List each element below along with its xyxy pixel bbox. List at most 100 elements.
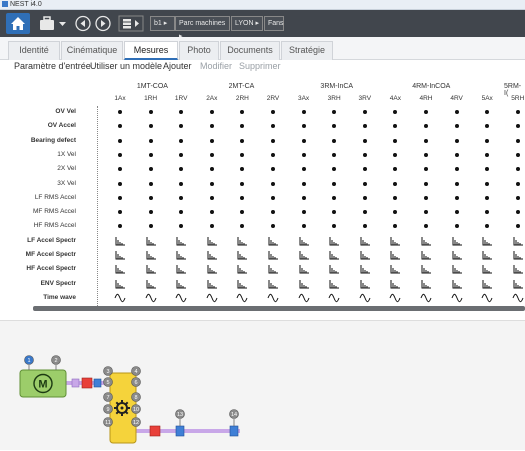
measurement-point-badge[interactable]: 14 xyxy=(229,409,239,419)
spectrum-icon[interactable] xyxy=(267,235,279,247)
column-header[interactable]: 1Ax xyxy=(110,95,130,102)
measurement-dot[interactable] xyxy=(175,178,187,190)
spectrum-icon[interactable] xyxy=(145,263,157,275)
measurement-dot[interactable] xyxy=(512,163,524,175)
measurement-dot[interactable] xyxy=(420,120,432,132)
column-header[interactable]: 2RV xyxy=(263,95,283,102)
measurement-dot[interactable] xyxy=(481,220,493,232)
measurement-dot[interactable] xyxy=(236,120,248,132)
measurement-dot[interactable] xyxy=(206,106,218,118)
measurement-dot[interactable] xyxy=(145,135,157,147)
use-template-action[interactable]: Utiliser un modèle xyxy=(90,61,162,71)
measurement-point-badge[interactable]: 12 xyxy=(131,417,141,427)
column-header[interactable]: 4RH xyxy=(416,95,436,102)
measurement-dot[interactable] xyxy=(328,192,340,204)
chevron-down-icon[interactable] xyxy=(58,13,67,34)
spectrum-icon[interactable] xyxy=(481,235,493,247)
spectrum-icon[interactable] xyxy=(512,263,524,275)
spectrum-icon[interactable] xyxy=(359,278,371,290)
column-header[interactable]: 3Ax xyxy=(294,95,314,102)
row-label[interactable]: OV Vel xyxy=(0,108,76,115)
measurement-dot[interactable] xyxy=(267,163,279,175)
measurement-dot[interactable] xyxy=(236,178,248,190)
waveform-icon[interactable] xyxy=(175,292,187,304)
measurement-dot[interactable] xyxy=(359,163,371,175)
measurement-dot[interactable] xyxy=(145,120,157,132)
spectrum-icon[interactable] xyxy=(328,249,340,261)
spectrum-icon[interactable] xyxy=(236,235,248,247)
measurement-dot[interactable] xyxy=(451,220,463,232)
measurement-point-badge[interactable]: 6 xyxy=(131,377,141,387)
spectrum-icon[interactable] xyxy=(420,278,432,290)
measurement-dot[interactable] xyxy=(145,163,157,175)
spectrum-icon[interactable] xyxy=(236,263,248,275)
measurement-dot[interactable] xyxy=(114,178,126,190)
spectrum-icon[interactable] xyxy=(206,278,218,290)
spectrum-icon[interactable] xyxy=(114,263,126,275)
measurement-dot[interactable] xyxy=(236,149,248,161)
measurement-dot[interactable] xyxy=(328,120,340,132)
measurement-dot[interactable] xyxy=(114,135,126,147)
measurement-dot[interactable] xyxy=(359,178,371,190)
measurement-dot[interactable] xyxy=(512,192,524,204)
spectrum-icon[interactable] xyxy=(328,263,340,275)
spectrum-icon[interactable] xyxy=(512,278,524,290)
measurement-dot[interactable] xyxy=(420,192,432,204)
spectrum-icon[interactable] xyxy=(451,278,463,290)
spectrum-icon[interactable] xyxy=(420,263,432,275)
measurement-dot[interactable] xyxy=(328,206,340,218)
spectrum-icon[interactable] xyxy=(206,249,218,261)
measurement-dot[interactable] xyxy=(389,106,401,118)
row-label[interactable]: ENV Spectr xyxy=(0,280,76,287)
toolbox-icon[interactable] xyxy=(38,13,56,34)
forward-icon[interactable] xyxy=(94,13,112,34)
measurement-dot[interactable] xyxy=(175,192,187,204)
measurement-dot[interactable] xyxy=(328,135,340,147)
measurement-dot[interactable] xyxy=(175,135,187,147)
waveform-icon[interactable] xyxy=(451,292,463,304)
back-icon[interactable] xyxy=(74,13,92,34)
measurement-dot[interactable] xyxy=(298,206,310,218)
measurement-point-badge[interactable]: 8 xyxy=(131,392,141,402)
waveform-icon[interactable] xyxy=(420,292,432,304)
spectrum-icon[interactable] xyxy=(451,263,463,275)
tab-cinematique[interactable]: Cinématique xyxy=(61,41,123,60)
measurement-point-badge[interactable]: 4 xyxy=(131,366,141,376)
measurement-dot[interactable] xyxy=(114,206,126,218)
row-label[interactable]: Bearing defect xyxy=(0,137,76,144)
measurement-dot[interactable] xyxy=(298,192,310,204)
waveform-icon[interactable] xyxy=(389,292,401,304)
column-header[interactable]: 4RV xyxy=(447,95,467,102)
row-label[interactable]: HF Accel Spectr xyxy=(0,265,76,272)
measurement-dot[interactable] xyxy=(512,120,524,132)
spectrum-icon[interactable] xyxy=(206,235,218,247)
spectrum-icon[interactable] xyxy=(114,235,126,247)
measurement-dot[interactable] xyxy=(298,163,310,175)
measurement-dot[interactable] xyxy=(359,120,371,132)
measurement-dot[interactable] xyxy=(512,220,524,232)
measurement-point-badge[interactable]: 3 xyxy=(103,366,113,376)
row-label[interactable]: HF RMS Accel xyxy=(0,222,76,229)
breadcrumb-item[interactable]: LYON ▸ xyxy=(231,16,263,31)
spectrum-icon[interactable] xyxy=(420,235,432,247)
measurement-dot[interactable] xyxy=(175,106,187,118)
measurement-dot[interactable] xyxy=(206,206,218,218)
measurement-dot[interactable] xyxy=(512,135,524,147)
measurement-dot[interactable] xyxy=(389,149,401,161)
spectrum-icon[interactable] xyxy=(359,249,371,261)
measurement-dot[interactable] xyxy=(481,149,493,161)
measurement-dot[interactable] xyxy=(389,135,401,147)
add-action[interactable]: Ajouter xyxy=(163,61,192,71)
measurement-dot[interactable] xyxy=(420,106,432,118)
measurement-dot[interactable] xyxy=(298,106,310,118)
measurement-dot[interactable] xyxy=(420,163,432,175)
waveform-icon[interactable] xyxy=(298,292,310,304)
spectrum-icon[interactable] xyxy=(512,235,524,247)
measurement-dot[interactable] xyxy=(481,178,493,190)
measurement-dot[interactable] xyxy=(298,135,310,147)
measurement-point-badge[interactable]: 2 xyxy=(51,355,61,365)
measurement-dot[interactable] xyxy=(451,163,463,175)
column-header[interactable]: 4Ax xyxy=(385,95,405,102)
measurement-point-badge[interactable]: 1 xyxy=(24,355,34,365)
measurement-dot[interactable] xyxy=(236,163,248,175)
